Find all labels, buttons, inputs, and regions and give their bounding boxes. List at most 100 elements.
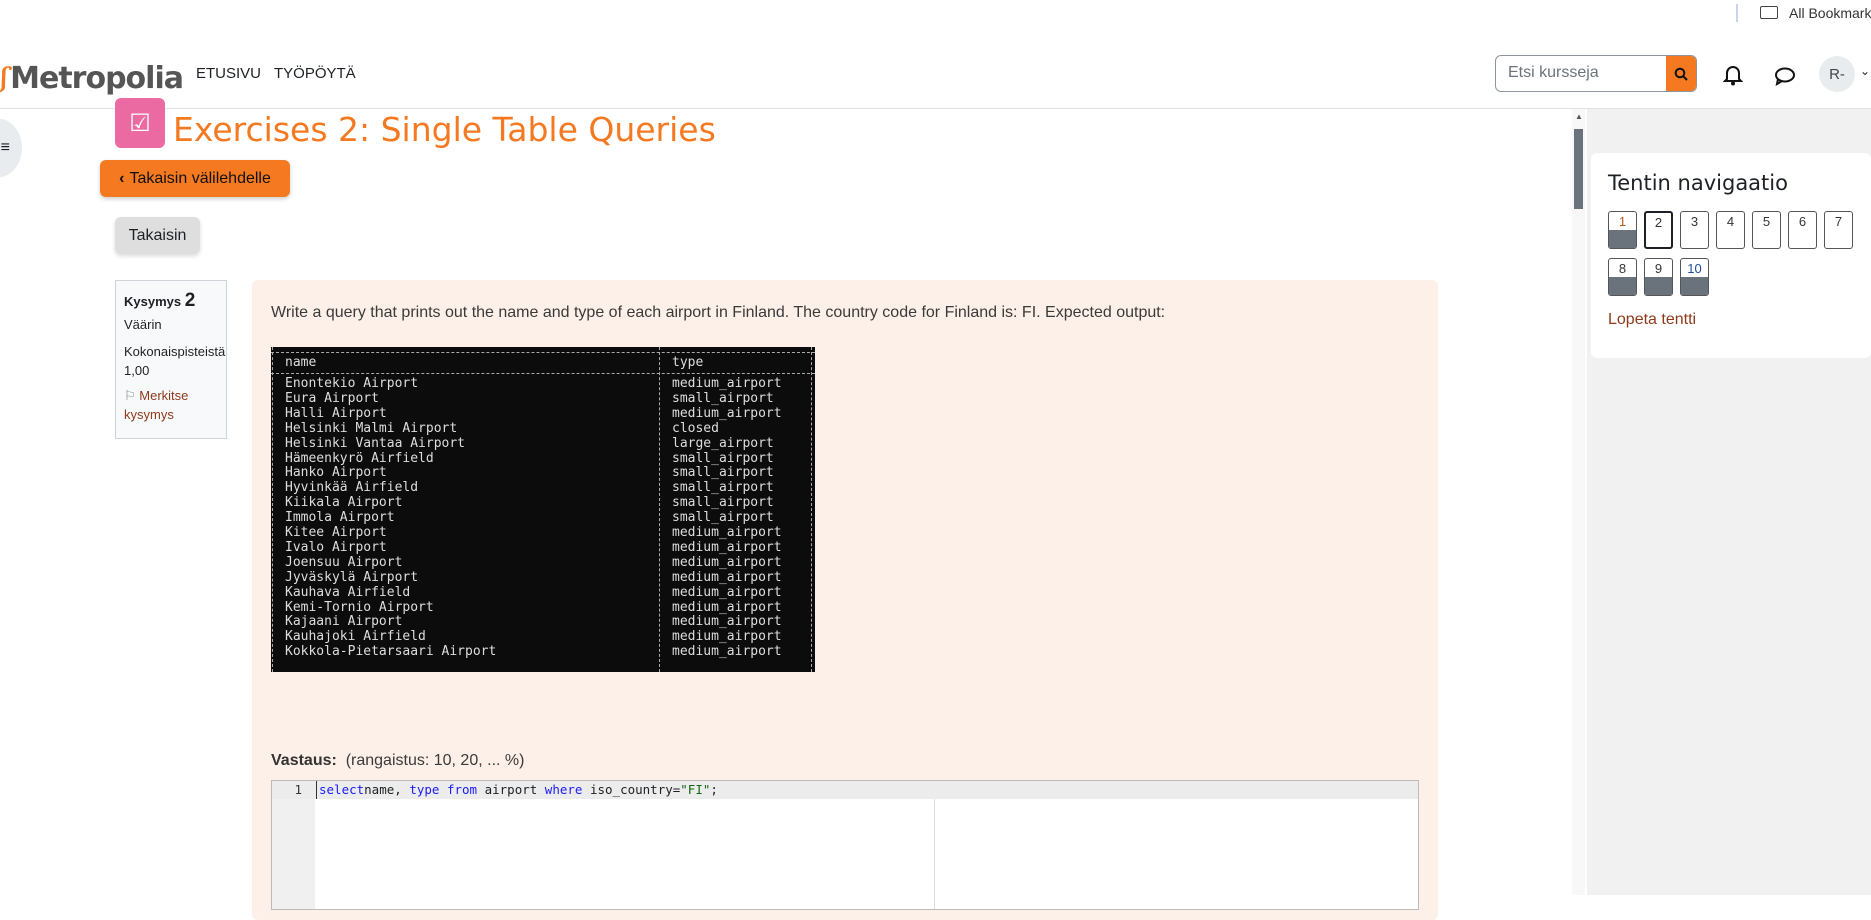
quiz-nav-number: 3 [1690,214,1699,229]
quiz-nav-number: 7 [1834,214,1843,229]
bookmarks-bar: All Bookmarks [0,0,1871,27]
quiz-nav-button-9[interactable]: 9 [1644,258,1673,296]
code-token: where [544,782,583,797]
quiz-nav-number: 4 [1726,214,1735,229]
scrollbar-thumb[interactable] [1574,129,1583,209]
cell-type: small_airport [672,495,774,511]
answer-label: Vastaus: (rangaistus: 10, 20, ... %) [271,752,525,769]
table-row: Hämeenkyrö Airfield small_airport [271,451,815,466]
code-token: type [409,782,440,797]
quiz-nav-button-1[interactable]: 1 [1608,211,1637,249]
table-border [271,352,815,353]
cell-name: Hämeenkyrö Airfield [285,450,434,466]
cell-name: Jyväskylä Airport [285,569,419,585]
all-bookmarks-link[interactable]: All Bookmarks [1789,5,1871,21]
quiz-nav-number: 5 [1762,214,1771,229]
messages-button[interactable] [1774,66,1796,91]
quiz-nav-title: Tentin navigaatio [1608,171,1788,195]
code-text[interactable]: selectname, type from airport where iso_… [316,781,718,799]
table-header-row: name type [271,355,815,370]
cell-name: Helsinki Vantaa Airport [285,435,466,451]
table-row: Hyvinkää Airfield small_airport [271,480,815,495]
page-scrollbar[interactable]: ▲ [1572,109,1585,895]
divider [1736,4,1738,22]
code-token: ; [710,782,718,797]
answered-fill [1681,277,1708,295]
quiz-nav-button-2[interactable]: 2 [1644,211,1673,249]
course-index-toggle[interactable]: ≡ [0,119,22,177]
quiz-nav-button-5[interactable]: 5 [1752,211,1781,249]
folder-icon [1760,6,1778,19]
table-row: Kemi-Tornio Airport medium_airport [271,600,815,615]
cell-type: small_airport [672,465,774,481]
cell-name: Kajaani Airport [285,614,403,630]
editor-line[interactable]: 1 selectname, type from airport where iso… [272,781,1418,799]
table-row: Halli Airport medium_airport [271,406,815,421]
cell-name: Kauhava Airfield [285,584,411,600]
back-to-tab-button[interactable]: ‹ Takaisin välilehdelle [100,160,290,197]
nav-etusivu[interactable]: ETUSIVU [196,65,261,82]
cell-name: Joensuu Airport [285,554,403,570]
cell-type: medium_airport [672,584,782,600]
code-token: airport [477,782,545,797]
code-editor[interactable]: 1 selectname, type from airport where iso… [271,780,1419,910]
back-button[interactable]: Takaisin [115,217,200,254]
header-name: name [285,355,317,370]
quiz-nav-button-6[interactable]: 6 [1788,211,1817,249]
question-number: Kysymys 2 [124,290,196,311]
logo[interactable]: ʃʃ Metropolia [0,58,184,98]
cell-name: Halli Airport [285,405,387,421]
code-token: "FI" [680,782,711,797]
answered-fill [1645,277,1672,295]
expected-output-image: name type Enontekio Airport medium_airport E… [271,347,815,672]
user-avatar[interactable]: R- [1819,56,1855,92]
course-search: Etsi kursseja [1495,55,1697,92]
table-row: Joensuu Airport medium_airport [271,555,815,570]
table-row: Ivalo Airport medium_airport [271,540,815,555]
chat-icon [1775,67,1795,87]
points-value: 1,00 [124,363,150,378]
cell-name: Kiikala Airport [285,495,403,511]
quiz-nav-button-4[interactable]: 4 [1716,211,1745,249]
nav-tyopoyta[interactable]: TYÖPÖYTÄ [274,65,356,82]
cell-name: Kokkola-Pietarsaari Airport [285,644,497,660]
cell-type: medium_airport [672,376,782,391]
brand-name: Metropolia [10,60,184,96]
quiz-nav-number: 9 [1654,261,1663,276]
cell-name: Ivalo Airport [285,539,387,555]
line-number: 1 [294,782,302,797]
chevron-down-icon[interactable]: ⌄ [1860,64,1870,78]
table-row: Enontekio Airport medium_airport [271,376,815,391]
cell-name: Kauhajoki Airfield [285,629,426,645]
quiz-nav-button-8[interactable]: 8 [1608,258,1637,296]
scroll-up-icon[interactable]: ▲ [1575,112,1583,121]
navbar: ʃʃ Metropolia ETUSIVU TYÖPÖYTÄ Etsi kurss… [0,48,1871,109]
notifications-button[interactable] [1722,64,1744,91]
finish-attempt-link[interactable]: Lopeta tentti [1608,311,1696,329]
quiz-nav-number: 6 [1798,214,1807,229]
table-row: Kiikala Airport small_airport [271,495,815,510]
cell-type: small_airport [672,450,774,466]
quiz-nav-button-3[interactable]: 3 [1680,211,1709,249]
flag-question-link[interactable]: ⚐ Merkitse kysymys [124,386,218,424]
cell-type: medium_airport [672,554,782,570]
points-label: Kokonaispisteistä [124,344,226,359]
flag-icon: ⚐ [124,388,136,403]
quiz-nav-number: 8 [1618,261,1627,276]
search-input[interactable]: Etsi kursseja [1496,56,1666,91]
table-row: Helsinki Vantaa Airport large_airport [271,436,815,451]
cell-type: medium_airport [672,614,782,630]
quiz-nav-button-10[interactable]: 10 [1680,258,1709,296]
table-row: Jyväskylä Airport medium_airport [271,570,815,585]
cell-name: Helsinki Malmi Airport [285,420,458,436]
chevron-left-icon: ‹ [119,169,125,187]
table-row: Kitee Airport medium_airport [271,525,815,540]
cell-name: Hyvinkää Airfield [285,480,419,496]
answered-fill [1609,277,1636,295]
quiz-nav-button-7[interactable]: 7 [1824,211,1853,249]
code-token: from [446,782,478,797]
cell-type: large_airport [672,435,774,451]
search-button[interactable] [1666,56,1696,91]
quiz-nav-number: 1 [1618,214,1627,229]
